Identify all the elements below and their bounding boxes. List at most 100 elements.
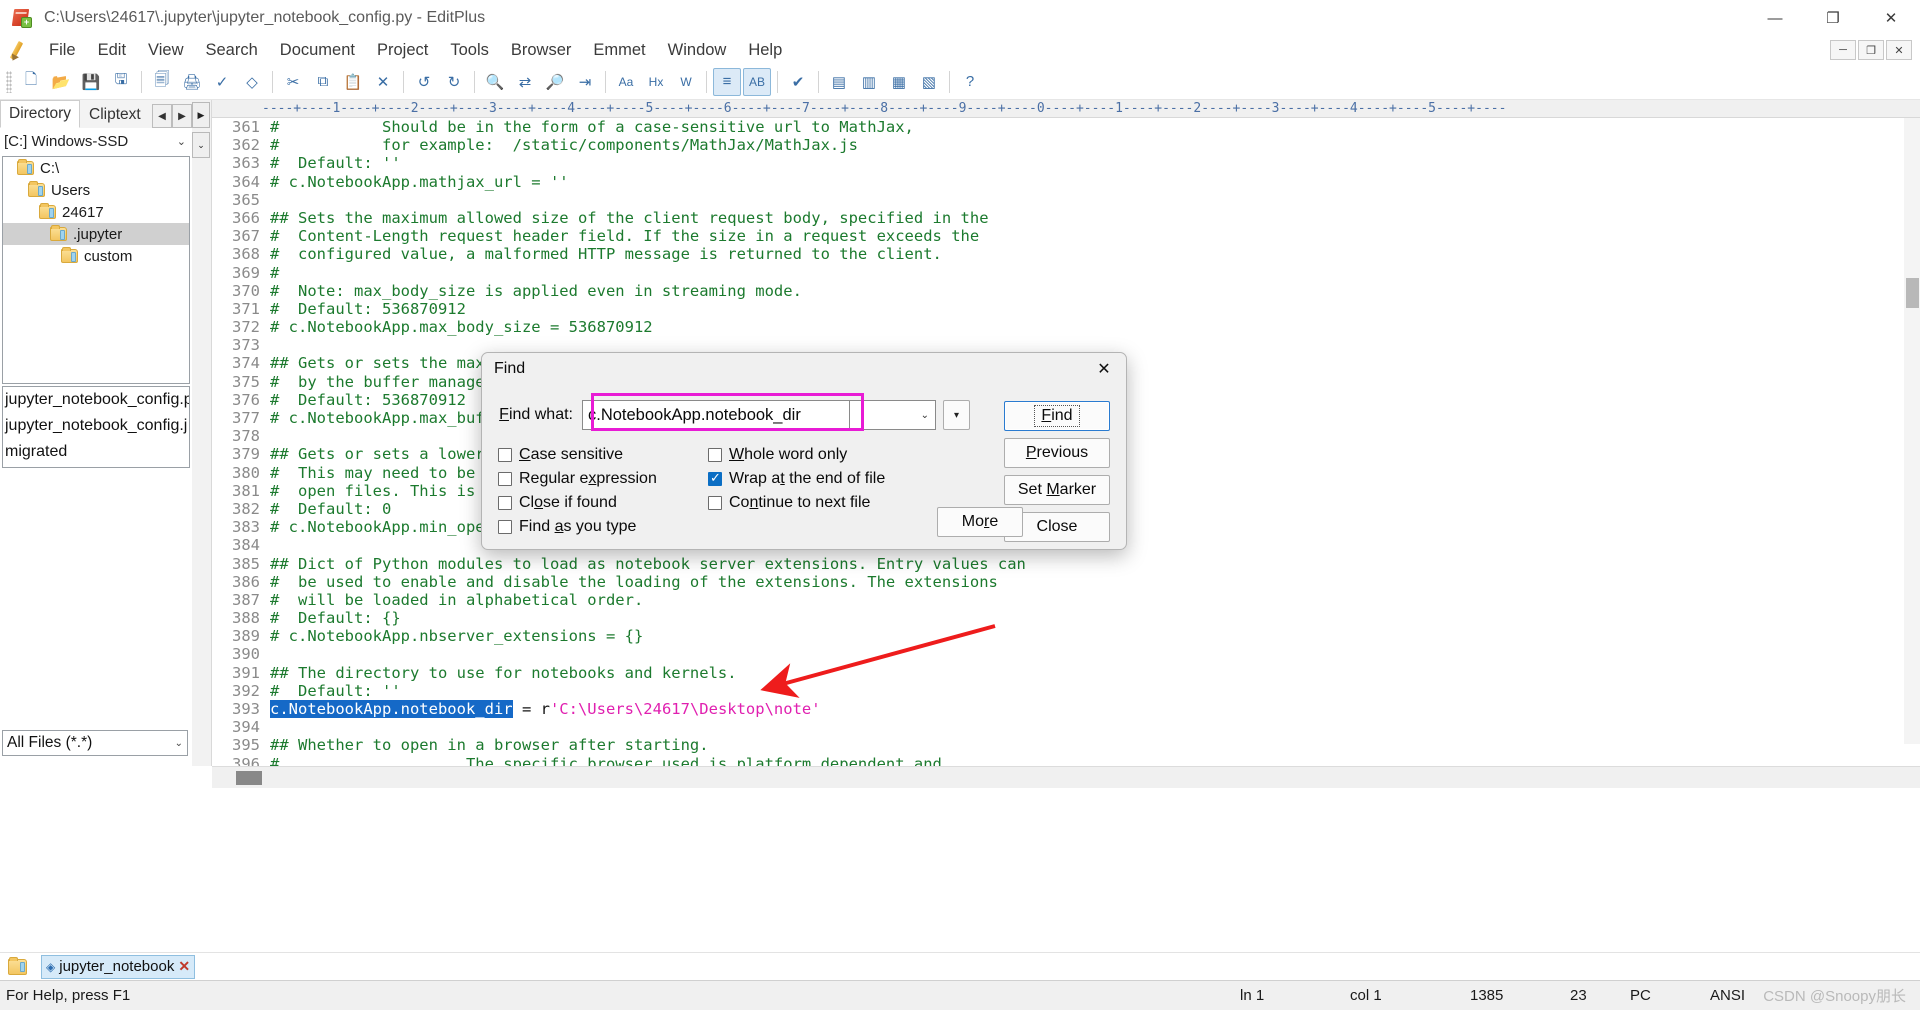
split-collapse-icon[interactable]: ⌄ xyxy=(192,132,210,158)
close-icon[interactable]: ✕ xyxy=(178,958,190,975)
menu-item-search[interactable]: Search xyxy=(195,38,269,63)
toolbar-ext-2-icon[interactable]: ▥ xyxy=(855,68,883,96)
menu-item-emmet[interactable]: Emmet xyxy=(582,38,656,63)
menu-item-project[interactable]: Project xyxy=(366,38,439,63)
tree-node-users[interactable]: Users xyxy=(3,179,189,201)
change-case-icon[interactable]: Aa xyxy=(612,68,640,96)
code-line[interactable]: 368 # configured value, a malformed HTTP … xyxy=(212,245,1920,263)
menu-item-tools[interactable]: Tools xyxy=(439,38,500,63)
code-line[interactable]: 371 # Default: 536870912 xyxy=(212,300,1920,318)
print-preview-icon[interactable]: 🗐 xyxy=(148,68,176,96)
tree-node-jupyter[interactable]: .jupyter xyxy=(3,223,189,245)
menu-item-document[interactable]: Document xyxy=(269,38,366,63)
find-history-dropdown[interactable]: ⌄ xyxy=(850,400,936,430)
drive-selector[interactable]: [C:] Windows-SSD ⌄ xyxy=(0,128,192,154)
toolbar-ext-3-icon[interactable]: ▦ xyxy=(885,68,913,96)
checkbox-box[interactable] xyxy=(498,496,512,510)
code-line[interactable]: 367 # Content-Length request header field… xyxy=(212,227,1920,245)
help-pointer-icon[interactable]: ? xyxy=(956,68,984,96)
checkbox-box[interactable] xyxy=(708,470,722,486)
find-icon[interactable]: 🔍 xyxy=(481,68,509,96)
file-list[interactable]: jupyter_notebook_config.p jupyter_noteboo… xyxy=(2,386,190,468)
file-filter-combo[interactable]: All Files (*.*) ⌄ xyxy=(2,730,188,756)
mdi-close-button[interactable]: ✕ xyxy=(1886,40,1912,60)
save-all-icon[interactable]: 🖫 xyxy=(107,68,135,96)
code-line[interactable]: 387 # will be loaded in alphabetical orde… xyxy=(212,591,1920,609)
code-line[interactable]: 386 # be used to enable and disable the l… xyxy=(212,573,1920,591)
list-item[interactable]: migrated xyxy=(3,439,189,465)
menu-item-window[interactable]: Window xyxy=(657,38,738,63)
code-line[interactable]: 388 # Default: {} xyxy=(212,609,1920,627)
code-line[interactable]: 394 xyxy=(212,718,1920,736)
toolbar-ext-1-icon[interactable]: ▤ xyxy=(825,68,853,96)
maximize-button[interactable]: ❐ xyxy=(1804,0,1862,36)
code-line[interactable]: 396 # The specific browser used is platfo… xyxy=(212,755,1920,766)
checkbox-close-if-found[interactable]: Close if found xyxy=(498,491,708,515)
auto-indent-icon[interactable]: ≡ xyxy=(713,67,741,96)
code-line[interactable]: 365 xyxy=(212,191,1920,209)
code-line[interactable]: 393 c.NotebookApp.notebook_dir = r'C:\Use… xyxy=(212,700,1920,718)
paste-icon[interactable]: 📋 xyxy=(339,68,367,96)
code-line[interactable]: 362 # for example: /static/components/Mat… xyxy=(212,136,1920,154)
menu-item-browser[interactable]: Browser xyxy=(500,38,583,63)
code-line[interactable]: 391 ## The directory to use for notebooks… xyxy=(212,664,1920,682)
vertical-scroll-thumb[interactable] xyxy=(1906,278,1919,308)
tab-directory[interactable]: Directory xyxy=(0,100,81,128)
checkbox-box[interactable] xyxy=(498,520,512,534)
chevron-down-icon[interactable]: ⌄ xyxy=(175,738,183,749)
code-line[interactable]: 370 # Note: max_body_size is applied even… xyxy=(212,282,1920,300)
checkbox-wrap-at-the-end-of-file[interactable]: Wrap at the end of file xyxy=(708,467,938,491)
code-line[interactable]: 361 # Should be in the form of a case-sen… xyxy=(212,118,1920,136)
vertical-scrollbar[interactable] xyxy=(1904,118,1920,744)
mdi-minimize-button[interactable]: ─ xyxy=(1830,40,1856,60)
find-button[interactable]: Find xyxy=(1004,401,1110,431)
menu-item-edit[interactable]: Edit xyxy=(87,38,137,63)
cut-icon[interactable]: ✂ xyxy=(279,68,307,96)
horizontal-scrollbar[interactable] xyxy=(212,766,1920,788)
find-options-dropdown-button[interactable]: ▾ xyxy=(943,400,970,430)
menu-item-help[interactable]: Help xyxy=(737,38,793,63)
redo-icon[interactable]: ↻ xyxy=(440,68,468,96)
find-in-files-icon[interactable]: 🔎 xyxy=(541,68,569,96)
tab-scroll-right-icon[interactable]: ▶ xyxy=(172,104,192,128)
tree-node-c[interactable]: C:\ xyxy=(3,157,189,179)
code-line[interactable]: 390 xyxy=(212,645,1920,663)
directory-tree[interactable]: C:\ Users 24617 .jupyter custom xyxy=(2,156,190,384)
toolbar-ext-4-icon[interactable]: ▧ xyxy=(915,68,943,96)
code-line[interactable]: 392 # Default: '' xyxy=(212,682,1920,700)
tree-node-custom[interactable]: custom xyxy=(3,245,189,267)
menu-item-view[interactable]: View xyxy=(137,38,194,63)
previous-button[interactable]: Previous xyxy=(1004,438,1110,468)
checkbox-box[interactable] xyxy=(498,472,512,486)
code-line[interactable]: 372 # c.NotebookApp.max_body_size = 53687… xyxy=(212,318,1920,336)
code-line[interactable]: 389 # c.NotebookApp.nbserver_extensions =… xyxy=(212,627,1920,645)
code-line[interactable]: 363 # Default: '' xyxy=(212,154,1920,172)
delete-icon[interactable]: ✕ xyxy=(369,68,397,96)
checkbox-box[interactable] xyxy=(708,448,722,462)
code-line[interactable]: 369 # xyxy=(212,264,1920,282)
checkbox-regular-expression[interactable]: Regular expression xyxy=(498,467,708,491)
close-icon[interactable]: ✕ xyxy=(1082,353,1126,385)
checkbox-case-sensitive[interactable]: Case sensitive xyxy=(498,443,708,467)
copy-icon[interactable]: ⧉ xyxy=(309,68,337,96)
horizontal-scroll-thumb[interactable] xyxy=(236,771,262,785)
print-icon[interactable]: 🖨 xyxy=(178,68,206,96)
chevron-down-icon[interactable]: ⌄ xyxy=(177,135,186,148)
toolbar-grip[interactable] xyxy=(6,70,12,93)
save-icon[interactable]: 💾 xyxy=(77,68,105,96)
code-line[interactable]: 395 ## Whether to open in a browser after… xyxy=(212,736,1920,754)
open-file-icon[interactable]: 📂 xyxy=(47,68,75,96)
mdi-restore-button[interactable]: ❐ xyxy=(1858,40,1884,60)
checkbox-whole-word-only[interactable]: Whole word only xyxy=(708,443,938,467)
checkbox-box[interactable] xyxy=(708,496,722,510)
menu-item-file[interactable]: File xyxy=(38,38,87,63)
list-item[interactable]: jupyter_notebook_config.p xyxy=(3,387,189,413)
more-button[interactable]: More xyxy=(937,507,1023,537)
checkbox-box[interactable] xyxy=(498,448,512,462)
spellcheck-icon[interactable]: ✓ xyxy=(208,68,236,96)
split-expand-icon[interactable]: ▶ xyxy=(192,102,210,128)
code-line[interactable]: 366 ## Sets the maximum allowed size of t… xyxy=(212,209,1920,227)
checkbox-find-as-you-type[interactable]: Find as you type xyxy=(498,515,708,539)
tree-node-24617[interactable]: 24617 xyxy=(3,201,189,223)
minimize-button[interactable]: — xyxy=(1746,0,1804,36)
